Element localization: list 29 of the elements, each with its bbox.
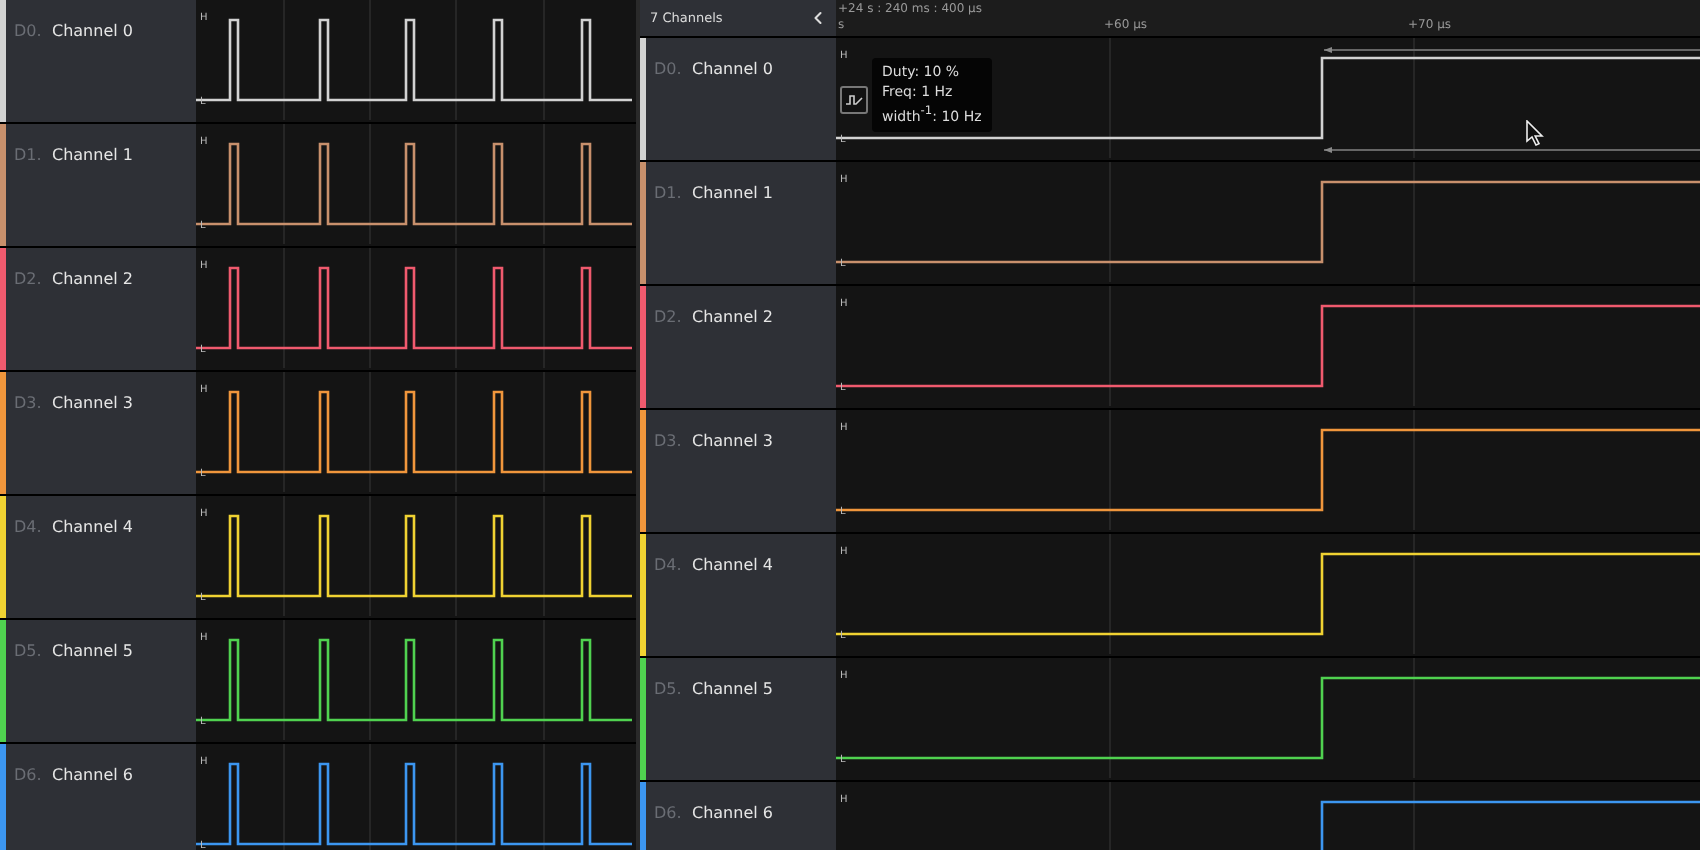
channel-name: Channel 0 bbox=[52, 22, 133, 40]
mouse-pointer-icon bbox=[1526, 120, 1544, 146]
channel-index: D3. bbox=[654, 432, 684, 450]
channel-name: Channel 5 bbox=[52, 642, 133, 660]
channel-name: Channel 2 bbox=[52, 270, 133, 288]
channel-index: D6. bbox=[654, 804, 684, 822]
channel-index: D0. bbox=[14, 22, 44, 40]
channel-name: Channel 1 bbox=[52, 146, 133, 164]
channel-index: D5. bbox=[14, 642, 44, 660]
channel-name: Channel 6 bbox=[692, 804, 773, 822]
channel-name: Channel 0 bbox=[692, 60, 773, 78]
channel-name: Channel 1 bbox=[692, 184, 773, 202]
channel-index: D3. bbox=[14, 394, 44, 412]
channel-index: D1. bbox=[14, 146, 44, 164]
channel-index: D4. bbox=[654, 556, 684, 574]
channel-index: D2. bbox=[654, 308, 684, 326]
channel-name: Channel 2 bbox=[692, 308, 773, 326]
channel-name: Channel 3 bbox=[52, 394, 133, 412]
channel-index: D1. bbox=[654, 184, 684, 202]
channel-name: Channel 4 bbox=[52, 518, 133, 536]
channel-name: Channel 5 bbox=[692, 680, 773, 698]
channel-name: Channel 4 bbox=[692, 556, 773, 574]
channel-index: D6. bbox=[14, 766, 44, 784]
channel-name: Channel 3 bbox=[692, 432, 773, 450]
channel-index: D5. bbox=[654, 680, 684, 698]
channel-index: D0. bbox=[654, 60, 684, 78]
channel-name: Channel 6 bbox=[52, 766, 133, 784]
channel-index: D4. bbox=[14, 518, 44, 536]
channel-index: D2. bbox=[14, 270, 44, 288]
